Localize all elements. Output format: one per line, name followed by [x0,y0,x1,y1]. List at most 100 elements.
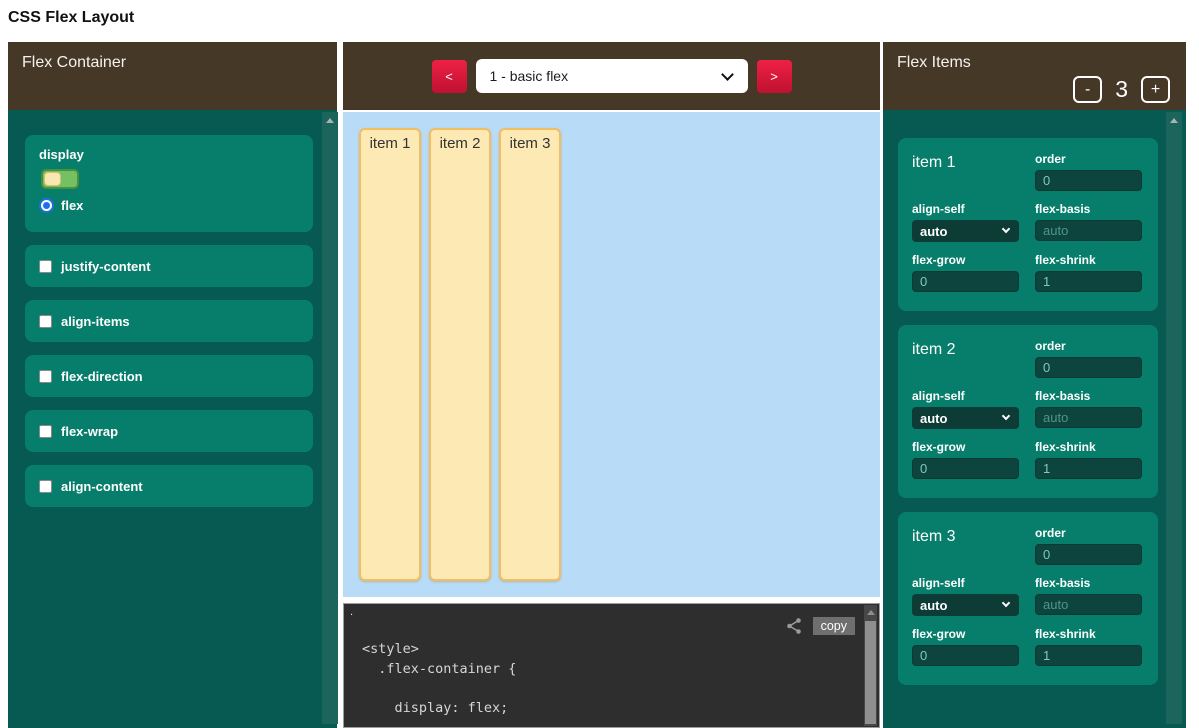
container-panel-scrollbar[interactable] [322,112,338,724]
chevron-down-icon [1002,225,1010,233]
display-toggle[interactable] [41,169,79,189]
flex-radio-label: flex [61,198,83,213]
align-self-value: auto [920,598,947,613]
flex-item-card: item 3 order align-self auto flex-basis … [898,512,1158,685]
scroll-up-icon[interactable] [326,118,334,123]
flex-grow-label: flex-grow [912,253,1019,267]
option-label: align-content [61,479,143,494]
container-option-card: flex-wrap [25,410,313,452]
share-icon[interactable] [785,617,803,635]
flex-basis-label: flex-basis [1035,389,1142,403]
flex-basis-input[interactable] [1035,407,1142,428]
flex-items-panel: Flex Items - 3 + item 1 order align-self… [883,42,1186,728]
order-input[interactable] [1035,544,1142,565]
flex-grow-input[interactable] [912,271,1019,292]
item-count: 3 [1115,76,1128,103]
flex-grow-input[interactable] [912,458,1019,479]
code-panel: . copy <style> .flex-container { display… [343,603,880,728]
next-example-button[interactable]: > [757,60,792,93]
container-option-card: justify-content [25,245,313,287]
item-count-control: - 3 + [1073,76,1170,103]
flex-basis-input[interactable] [1035,220,1142,241]
order-input[interactable] [1035,357,1142,378]
align-self-label: align-self [912,576,1019,590]
page-title: CSS Flex Layout [8,9,134,27]
preview-panel: < 1 - basic flex > item 1item 2item 3 . … [343,42,880,728]
chevron-down-icon [1002,412,1010,420]
flex-item-card: item 1 order align-self auto flex-basis … [898,138,1158,311]
item-card-title: item 2 [912,339,1019,359]
code-line: display: flex; [362,699,879,719]
container-option-card: align-items [25,300,313,342]
align-self-label: align-self [912,202,1019,216]
align-self-select[interactable]: auto [912,594,1019,616]
flex-grow-label: flex-grow [912,440,1019,454]
order-label: order [1035,152,1142,166]
example-select[interactable]: 1 - basic flex [476,59,748,93]
chevron-down-icon [721,68,734,81]
display-toggle-knob [44,172,61,186]
flex-shrink-label: flex-shrink [1035,253,1142,267]
code-line: <style> [362,640,879,660]
align-self-select[interactable]: auto [912,407,1019,429]
flex-basis-label: flex-basis [1035,202,1142,216]
flex-shrink-input[interactable] [1035,458,1142,479]
order-label: order [1035,526,1142,540]
stray-dot: . [350,606,353,618]
chevron-down-icon [1002,599,1010,607]
item-card-title: item 1 [912,152,1019,172]
container-option-list: display flex justify-content align-items… [8,110,337,507]
add-item-button[interactable]: + [1141,76,1170,103]
flex-items-body: item 1 order align-self auto flex-basis … [883,110,1186,728]
example-nav-bar: < 1 - basic flex > [343,42,880,110]
option-checkbox[interactable] [39,315,52,328]
code-scrollbar[interactable] [864,605,877,726]
option-checkbox[interactable] [39,425,52,438]
flex-shrink-label: flex-shrink [1035,440,1142,454]
flex-items-header: Flex Items - 3 + [883,42,1186,110]
option-label: justify-content [61,259,151,274]
flex-shrink-input[interactable] [1035,271,1142,292]
flex-items-title: Flex Items [897,54,971,71]
option-checkbox[interactable] [39,480,52,493]
flex-container-header: Flex Container [8,42,337,110]
display-card: display flex [25,135,313,232]
container-option-card: flex-direction [25,355,313,397]
option-label: flex-direction [61,369,143,384]
option-label: align-items [61,314,130,329]
flex-preview-canvas: item 1item 2item 3 [343,112,880,597]
flex-preview-item-3: item 3 [499,128,561,581]
flex-grow-input[interactable] [912,645,1019,666]
align-self-label: align-self [912,389,1019,403]
flex-container-panel: Flex Container display flex justify-cont… [8,42,337,728]
align-self-value: auto [920,224,947,239]
code-line: .flex-container { [362,660,879,680]
flex-shrink-label: flex-shrink [1035,627,1142,641]
items-panel-scrollbar[interactable] [1166,112,1182,724]
remove-item-button[interactable]: - [1073,76,1102,103]
align-self-value: auto [920,411,947,426]
flex-basis-label: flex-basis [1035,576,1142,590]
page: CSS Flex Layout Flex Container display f… [0,0,1199,728]
flex-shrink-input[interactable] [1035,645,1142,666]
option-checkbox[interactable] [39,370,52,383]
item-card-title: item 3 [912,526,1019,546]
flex-item-card: item 2 order align-self auto flex-basis … [898,325,1158,498]
scroll-up-icon[interactable] [1170,118,1178,123]
prev-example-button[interactable]: < [432,60,467,93]
example-select-value: 1 - basic flex [490,68,569,84]
flex-basis-input[interactable] [1035,594,1142,615]
copy-button[interactable]: copy [813,617,855,635]
flex-preview-item-1: item 1 [359,128,421,581]
code-line [362,679,879,699]
flex-grow-label: flex-grow [912,627,1019,641]
container-option-card: align-content [25,465,313,507]
scroll-up-icon[interactable] [867,610,875,615]
align-self-select[interactable]: auto [912,220,1019,242]
order-input[interactable] [1035,170,1142,191]
flex-container-body: display flex justify-content align-items… [8,110,337,728]
flex-radio[interactable] [39,198,54,213]
option-checkbox[interactable] [39,260,52,273]
option-label: flex-wrap [61,424,118,439]
code-scrollbar-thumb[interactable] [865,621,876,724]
